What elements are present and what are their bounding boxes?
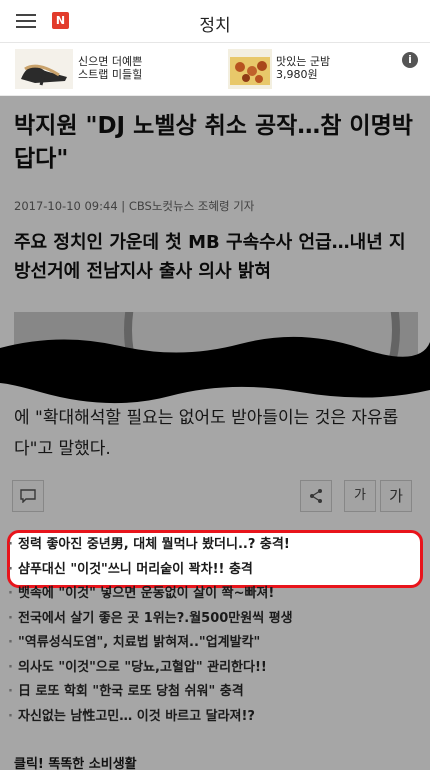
article-toolbar: 가 가 xyxy=(0,480,430,514)
font-decrease-button[interactable]: 가 xyxy=(344,480,376,512)
ad-item2-text[interactable]: 맛있는 군밤 3,980원 xyxy=(276,55,330,81)
sponsored-links: · 정력 좋아진 중년男, 대체 뭘먹나 봤더니..? 충격! · 샴푸대신 "이것… xyxy=(8,533,422,729)
sponsored-link[interactable]: · 자신없는 남性고민… 이것 바르고 달라져!? xyxy=(8,705,422,730)
sponsored-link[interactable]: · "역류성식도염", 치료법 밝혀져.."업계발칵" xyxy=(8,631,422,656)
article-byline: 2017-10-10 09:44 | CBS노컷뉴스 조혜령 기자 xyxy=(14,199,255,213)
article-headline: 박지원 "DJ 노벨상 취소 공작…참 이명박답다" xyxy=(14,113,413,172)
share-icon xyxy=(310,489,322,503)
footer-section-label: 클릭! 똑똑한 소비생활 xyxy=(14,757,137,772)
share-button[interactable] xyxy=(300,480,332,512)
sponsored-link[interactable]: · 전국에서 살기 좋은 곳 1위는?.월500만원씩 평생 xyxy=(8,607,422,632)
comment-button[interactable] xyxy=(12,480,44,512)
sponsored-link[interactable]: · 日 로또 학회 "한국 로또 당첨 쉬워" 충격 xyxy=(8,680,422,705)
sponsored-link[interactable]: · 뱃속에 "이것" 넣으면 운동없이 살이 쫙~빠져! xyxy=(8,582,422,607)
font-increase-button[interactable]: 가 xyxy=(380,480,412,512)
article-body: 에 "확대해석할 필요는 없어도 받아들이는 것은 자유롭다"고 말했다. xyxy=(14,408,399,459)
comment-icon xyxy=(20,489,36,504)
ad-chestnut-image[interactable] xyxy=(228,49,272,89)
sponsored-link[interactable]: · 의사도 "이것"으로 "당뇨,고혈압" 관리한다!! xyxy=(8,656,422,681)
article-subhead: 주요 정치인 가운데 첫 MB 구속수사 언급…내년 지방선거에 전남지사 출사… xyxy=(14,232,406,282)
top-bar: N 정치 xyxy=(0,0,430,43)
sponsored-link[interactable]: · 정력 좋아진 중년男, 대체 뭘먹나 봤더니..? 충격! xyxy=(8,533,422,558)
ad-info-icon[interactable]: i xyxy=(402,52,418,68)
ad-shoe-image[interactable] xyxy=(15,49,73,89)
redaction-scribble xyxy=(0,336,430,404)
section-title: 정치 xyxy=(199,16,231,36)
sponsored-link[interactable]: · 샴푸대신 "이것"쓰니 머리숱이 꽉차!! 충격 xyxy=(8,558,422,583)
ad-item1-text[interactable]: 신으면 더예쁜 스트랩 미들힐 xyxy=(78,55,142,81)
ad-banner: 신으면 더예쁜 스트랩 미들힐 맛있는 군밤 3,980원 i xyxy=(0,43,430,96)
